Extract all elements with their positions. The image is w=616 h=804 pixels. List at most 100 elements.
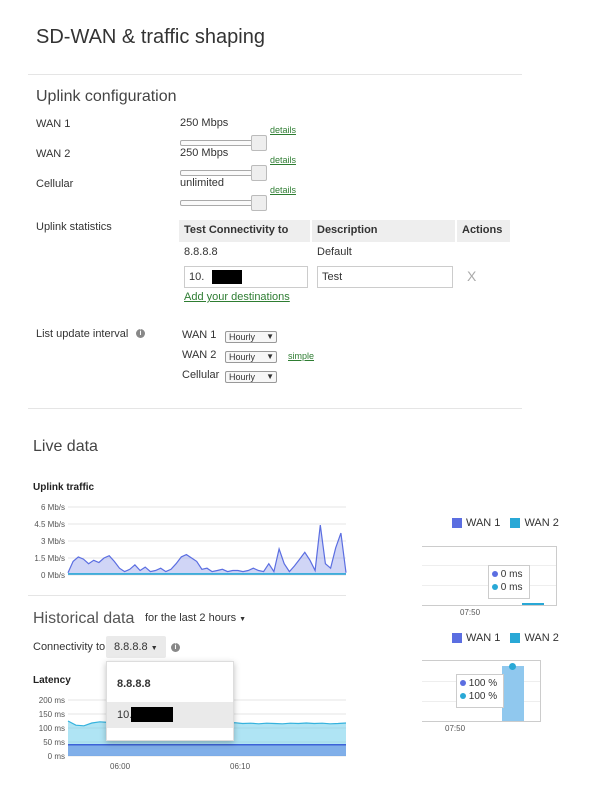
latency-bar — [522, 603, 544, 605]
cellular-interval-value: Hourly — [229, 372, 256, 382]
col-separator — [455, 220, 457, 242]
loss-tooltip: 100 % 100 % — [456, 674, 504, 708]
wan1-bandwidth-value: 250 Mbps — [180, 117, 229, 129]
latency-xtick: 06:10 — [230, 762, 251, 771]
wan2-interval-label: WAN 2 — [182, 349, 217, 361]
y-tick-label: 3 Mb/s — [41, 537, 65, 546]
wan2-label: WAN 2 — [36, 148, 71, 160]
wan2-legend-swatch — [510, 518, 521, 528]
divider — [28, 595, 346, 596]
y-tick-label: 1.5 Mb/s — [34, 554, 65, 563]
connectivity-dropdown[interactable]: 8.8.8.8 ▼ — [106, 636, 166, 658]
cellular-bandwidth-value: unlimited — [180, 177, 225, 189]
page-title: SD-WAN & traffic shaping — [36, 26, 265, 48]
latency-xtick: 06:00 — [110, 762, 131, 771]
menu-option-custom[interactable]: 10. — [107, 702, 233, 728]
y-tick-label: 0 ms — [48, 752, 65, 761]
wan2-slider-handle[interactable] — [251, 165, 267, 181]
wan2-bandwidth-value: 250 Mbps — [180, 147, 229, 159]
redacted-block — [212, 270, 242, 284]
cellular-details-link[interactable]: details — [270, 185, 296, 195]
wan1-interval-select[interactable]: Hourly ▼ — [225, 331, 277, 343]
live-data-heading: Live data — [33, 438, 98, 455]
cellular-label: Cellular — [36, 178, 74, 190]
menu-option-custom-label: 10. — [117, 709, 133, 721]
loss-minichart: 100 % 100 % — [422, 660, 541, 722]
wan1-legend-label: WAN 1 — [466, 517, 501, 529]
caret-down-icon: ▼ — [239, 616, 247, 623]
col-separator — [310, 220, 312, 242]
uplink-traffic-chart: 6 Mb/s 4.5 Mb/s 3 Mb/s 1.5 Mb/s 0 Mb/s — [34, 503, 347, 580]
wan1-legend-swatch — [452, 633, 462, 643]
wan2-bandwidth-slider[interactable] — [180, 170, 262, 176]
update-interval-label: List update interval — [36, 328, 129, 340]
y-tick-label: 0 Mb/s — [41, 571, 65, 580]
delete-destination-icon[interactable]: X — [467, 268, 476, 284]
destination-description-input[interactable]: Test — [317, 266, 453, 288]
wan2-loss-value: 100 % — [468, 691, 498, 702]
latency-title: Latency — [33, 675, 71, 686]
wan2-details-link[interactable]: details — [270, 155, 296, 165]
wan1-dot-icon — [460, 680, 466, 686]
y-tick-label: 100 ms — [39, 724, 65, 733]
wan2-legend-label: WAN 2 — [524, 517, 559, 529]
stats-table-header: Test Connectivity to Description Actions — [179, 220, 510, 242]
live-latency-minichart: 0 ms 0 ms — [422, 546, 557, 606]
info-icon[interactable]: i — [136, 329, 145, 338]
redacted-block — [131, 707, 173, 722]
divider — [28, 408, 522, 409]
default-target: 8.8.8.8 — [184, 246, 218, 258]
cellular-bandwidth-slider[interactable] — [180, 200, 262, 206]
default-description: Default — [317, 246, 352, 258]
wan1-slider-handle[interactable] — [251, 135, 267, 151]
dropdown-arrow-icon: ▼ — [266, 332, 274, 341]
simple-link[interactable]: simple — [288, 351, 314, 361]
destination-description-value: Test — [322, 271, 343, 283]
wan2-dot-icon — [492, 584, 498, 590]
caret-down-icon: ▼ — [150, 645, 158, 652]
wan2-interval-value: Hourly — [229, 352, 256, 362]
wan1-legend-label: WAN 1 — [466, 632, 501, 644]
wan1-latency-value: 0 ms — [500, 569, 523, 580]
uplink-statistics-label: Uplink statistics — [36, 221, 112, 233]
loss-point — [509, 663, 516, 670]
time-range-value: for the last 2 hours — [145, 612, 237, 624]
wan2-latency-value: 0 ms — [500, 582, 523, 593]
col-header-actions: Actions — [462, 224, 503, 236]
wan1-legend-swatch — [452, 518, 462, 528]
loss-xtick: 07:50 — [445, 724, 466, 733]
menu-option-default[interactable]: 8.8.8.8 — [117, 678, 151, 690]
y-tick-label: 150 ms — [39, 710, 65, 719]
dropdown-arrow-icon: ▼ — [266, 352, 274, 361]
cellular-interval-label: Cellular — [182, 369, 220, 381]
historical-heading: Historical data — [33, 610, 135, 627]
y-tick-label: 6 Mb/s — [41, 503, 65, 512]
info-icon[interactable]: i — [171, 643, 180, 652]
add-destinations-link[interactable]: Add your destinations — [184, 291, 290, 303]
wan1-bandwidth-slider[interactable] — [180, 140, 262, 146]
connectivity-menu: 8.8.8.8 10. — [106, 661, 234, 741]
destination-ip-input[interactable]: 10. — [184, 266, 308, 288]
wan2-interval-select[interactable]: Hourly ▼ — [225, 351, 277, 363]
cellular-slider-handle[interactable] — [251, 195, 267, 211]
loss-bar — [502, 666, 524, 721]
wan2-legend-label: WAN 2 — [524, 632, 559, 644]
uplink-traffic-title: Uplink traffic — [33, 482, 95, 493]
wan1-label: WAN 1 — [36, 118, 71, 130]
destination-ip-value: 10. — [189, 271, 205, 283]
wan2-legend-swatch — [510, 633, 521, 643]
historical-legend: WAN 1 WAN 2 — [452, 632, 559, 644]
latency-tooltip: 0 ms 0 ms — [488, 565, 530, 599]
connectivity-label: Connectivity to — [33, 641, 106, 653]
cellular-interval-select[interactable]: Hourly ▼ — [225, 371, 277, 383]
series-area-wan-1 — [68, 744, 346, 756]
wan1-details-link[interactable]: details — [270, 125, 296, 135]
uplink-config-heading: Uplink configuration — [36, 88, 177, 105]
col-header-target: Test Connectivity to — [184, 224, 289, 236]
divider — [28, 74, 522, 75]
y-tick-label: 50 ms — [43, 738, 65, 747]
y-tick-label: 4.5 Mb/s — [34, 520, 65, 529]
live-legend: WAN 1 WAN 2 — [452, 517, 559, 529]
connectivity-value: 8.8.8.8 — [114, 641, 148, 653]
time-range-dropdown[interactable]: for the last 2 hours ▼ — [145, 612, 246, 624]
